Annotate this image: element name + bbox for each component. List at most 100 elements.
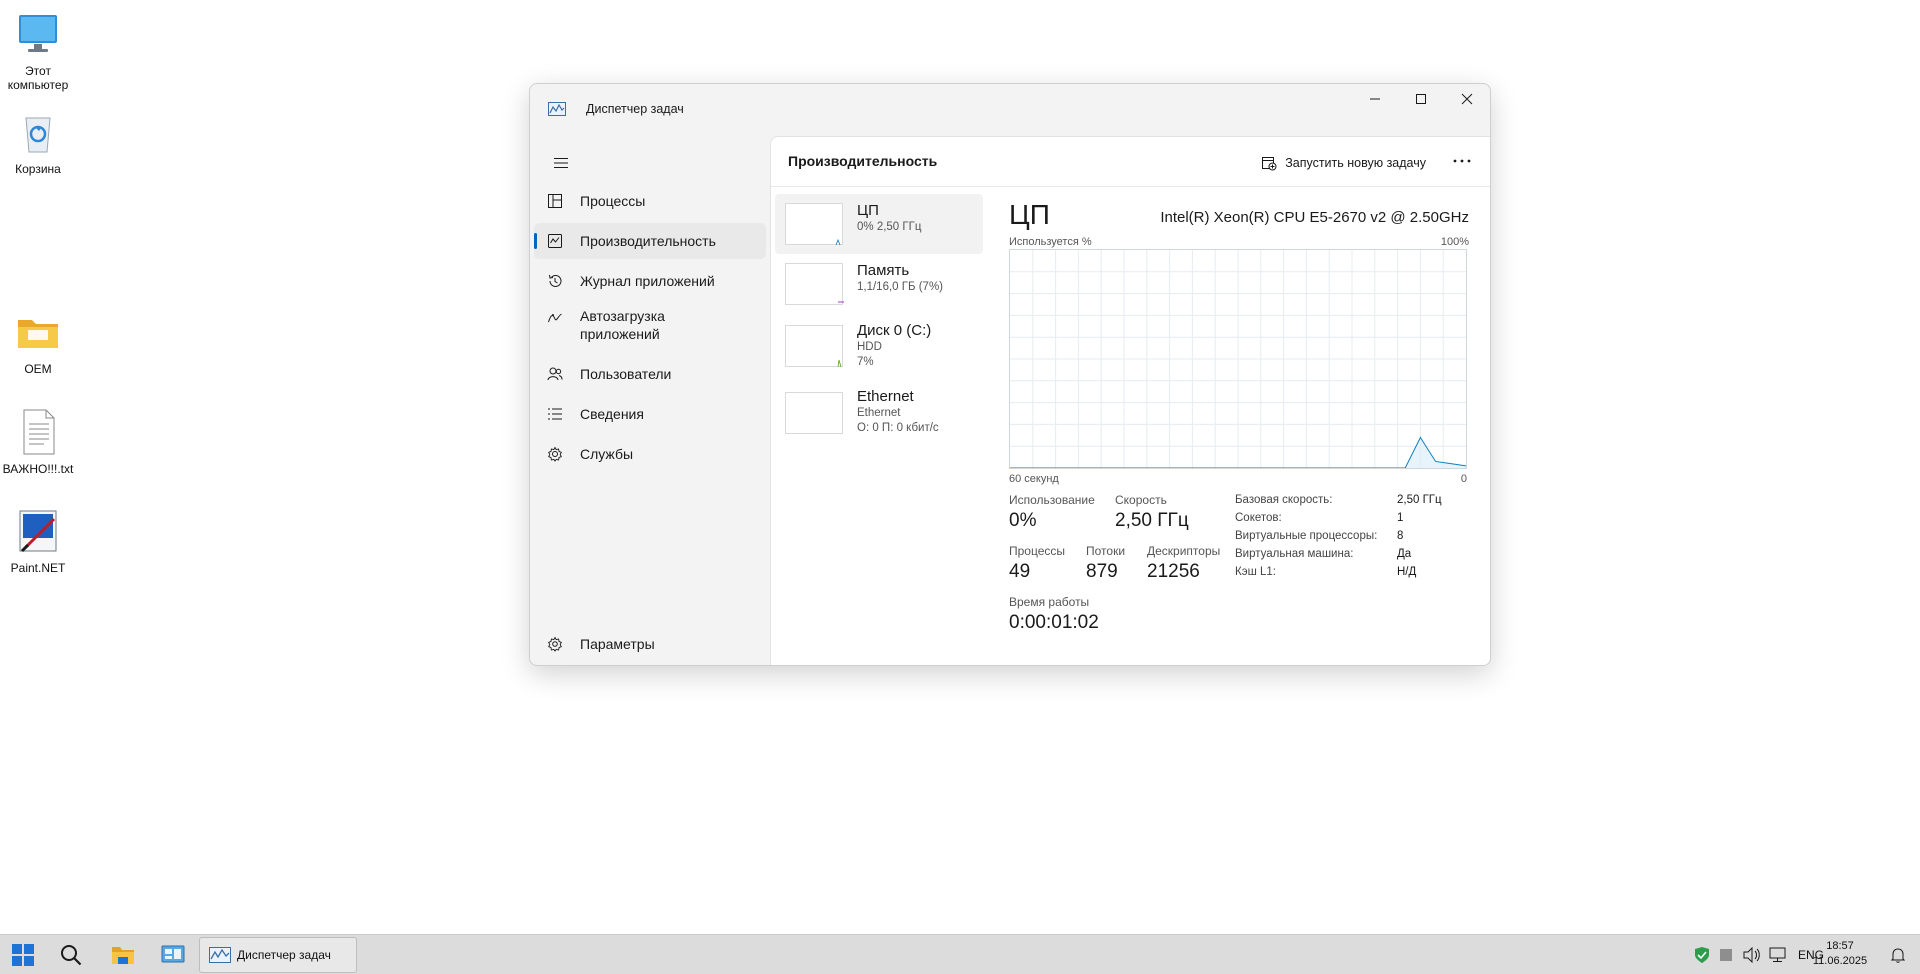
resource-subtitle: О: 0 П: 0 кбит/с bbox=[857, 422, 939, 434]
stat-value: 0:00:01:02 bbox=[1009, 612, 1099, 633]
history-icon bbox=[546, 272, 564, 290]
navigation-pane: Процессы Производительность Журнал прило… bbox=[530, 136, 770, 665]
notification-bell-icon bbox=[1891, 948, 1905, 963]
desktop-icon-label: ВАЖНО!!!.txt bbox=[2, 462, 74, 476]
title-bar[interactable]: Диспетчер задач bbox=[530, 84, 1490, 136]
resource-subtitle: 7% bbox=[857, 356, 874, 368]
resource-title: Память bbox=[857, 262, 910, 279]
stat-processes: Процессы 49 bbox=[1009, 544, 1065, 585]
paint-net-icon bbox=[14, 507, 62, 555]
text-file-icon bbox=[14, 408, 62, 456]
recycle-bin-icon bbox=[14, 108, 62, 156]
taskbar-task-manager-button[interactable]: Диспетчер задач bbox=[199, 937, 357, 973]
maximize-button[interactable] bbox=[1398, 84, 1444, 114]
info-key: Сокетов: bbox=[1235, 512, 1282, 524]
stat-uptime: Время работы 0:00:01:02 bbox=[1009, 595, 1099, 636]
info-key: Кэш L1: bbox=[1235, 566, 1276, 578]
resource-subtitle: HDD bbox=[857, 341, 882, 353]
stat-label: Использование bbox=[1009, 493, 1095, 507]
taskbar: Диспетчер задач ENG 18:57 11.06.2025 bbox=[0, 934, 1920, 974]
nav-item-label: Службы bbox=[580, 446, 634, 462]
file-explorer-button[interactable] bbox=[102, 937, 144, 973]
stat-value: 879 bbox=[1086, 561, 1118, 582]
nav-item-settings[interactable]: Параметры bbox=[534, 626, 766, 662]
stat-handles: Дескрипторы 21256 bbox=[1147, 544, 1220, 585]
info-key: Виртуальная машина: bbox=[1235, 548, 1354, 560]
tray-network[interactable] bbox=[1766, 935, 1790, 974]
nav-item-app-history[interactable]: Журнал приложений bbox=[534, 263, 766, 299]
tray-notifications[interactable] bbox=[1884, 935, 1912, 974]
services-icon bbox=[546, 445, 564, 463]
cpu-usage-graph bbox=[1009, 249, 1467, 469]
desktop-icon-this-pc[interactable]: Этот компьютер bbox=[0, 10, 76, 92]
desktop-icon-recycle-bin[interactable]: Корзина bbox=[0, 108, 76, 176]
nav-item-performance[interactable]: Производительность bbox=[534, 223, 766, 259]
resource-card-disk[interactable]: Диск 0 (C:) HDD 7% bbox=[775, 314, 983, 380]
users-icon bbox=[546, 365, 564, 383]
stat-label: Скорость bbox=[1115, 493, 1167, 507]
search-button[interactable] bbox=[50, 937, 92, 973]
tray-clock[interactable]: 18:57 11.06.2025 bbox=[1806, 939, 1874, 969]
tray-network-status[interactable] bbox=[1692, 935, 1712, 974]
graph-y-max-label: 100% bbox=[1440, 236, 1469, 248]
task-manager-window: Диспетчер задач Процессы Производительно… bbox=[529, 83, 1491, 666]
resource-subtitle: 0% 2,50 ГГц bbox=[857, 221, 922, 233]
details-icon bbox=[546, 405, 564, 423]
tray-app-icon[interactable] bbox=[1716, 935, 1736, 974]
close-icon bbox=[1461, 93, 1473, 105]
desktop-icon-important-txt[interactable]: ВАЖНО!!!.txt bbox=[0, 408, 76, 476]
hamburger-icon bbox=[554, 158, 568, 168]
more-options-button[interactable] bbox=[1448, 149, 1476, 173]
resource-card-ethernet[interactable]: Ethernet Ethernet О: 0 П: 0 кбит/с bbox=[775, 380, 983, 446]
tray-square-icon bbox=[1720, 949, 1732, 961]
nav-item-users[interactable]: Пользователи bbox=[534, 356, 766, 392]
content-header: Производительность Запустить новую задач… bbox=[771, 137, 1490, 187]
graph-x-label: 60 секунд bbox=[1009, 473, 1059, 485]
memory-mini-graph bbox=[785, 263, 844, 305]
startup-icon bbox=[546, 309, 564, 327]
close-button[interactable] bbox=[1444, 84, 1490, 114]
run-new-task-label: Запустить новую задачу bbox=[1285, 156, 1426, 170]
info-row: Виртуальные процессоры: 8 bbox=[1235, 527, 1475, 545]
nav-item-processes[interactable]: Процессы bbox=[534, 183, 766, 219]
stat-label: Процессы bbox=[1009, 544, 1066, 558]
resource-subtitle: 1,1/16,0 ГБ (7%) bbox=[857, 281, 944, 293]
minimize-icon bbox=[1370, 98, 1380, 100]
nav-item-label: Пользователи bbox=[580, 366, 672, 382]
resource-title: Диск 0 (C:) bbox=[857, 322, 932, 339]
hamburger-menu-button[interactable] bbox=[542, 146, 580, 180]
control-panel-button[interactable] bbox=[152, 937, 194, 973]
graph-x-min-label: 0 bbox=[1460, 473, 1467, 485]
stat-value: 2,50 ГГц bbox=[1115, 510, 1189, 531]
network-icon bbox=[1769, 947, 1786, 962]
cpu-model-name: Intel(R) Xeon(R) CPU E5-2670 v2 @ 2.50GH… bbox=[1160, 209, 1469, 226]
computer-icon bbox=[14, 10, 62, 58]
tray-volume[interactable] bbox=[1740, 935, 1764, 974]
desktop-icon-label: Этот компьютер bbox=[7, 64, 69, 92]
info-key: Базовая скорость: bbox=[1235, 494, 1333, 506]
nav-item-startup-apps[interactable]: Автозагрузка приложений bbox=[534, 303, 766, 349]
desktop-icon-oem[interactable]: OEM bbox=[0, 308, 76, 376]
clock-date: 11.06.2025 bbox=[1812, 955, 1868, 967]
nav-item-label: Сведения bbox=[580, 406, 644, 422]
run-new-task-button[interactable]: Запустить новую задачу bbox=[1261, 151, 1426, 175]
folder-icon bbox=[14, 308, 62, 356]
window-title: Диспетчер задач bbox=[586, 102, 684, 116]
resource-card-cpu[interactable]: ЦП 0% 2,50 ГГц bbox=[775, 194, 983, 254]
info-key: Виртуальные процессоры: bbox=[1235, 530, 1378, 542]
search-icon bbox=[61, 945, 82, 966]
desktop-icon-label: OEM bbox=[24, 362, 52, 376]
nav-item-label: Процессы bbox=[580, 193, 646, 209]
nav-item-services[interactable]: Службы bbox=[534, 436, 766, 472]
desktop-icon-paint-net[interactable]: Paint.NET bbox=[0, 507, 76, 575]
resource-card-memory[interactable]: Память 1,1/16,0 ГБ (7%) bbox=[775, 254, 983, 314]
graph-y-label: Используется % bbox=[1009, 236, 1092, 248]
minimize-button[interactable] bbox=[1352, 84, 1398, 114]
nav-item-details[interactable]: Сведения bbox=[534, 396, 766, 432]
desktop-icon-label: Paint.NET bbox=[10, 561, 66, 575]
task-manager-app-icon bbox=[548, 102, 566, 116]
info-row: Сокетов: 1 bbox=[1235, 509, 1475, 527]
stat-label: Время работы bbox=[1009, 595, 1090, 609]
start-button[interactable] bbox=[2, 937, 44, 973]
info-value: Да bbox=[1397, 548, 1412, 560]
